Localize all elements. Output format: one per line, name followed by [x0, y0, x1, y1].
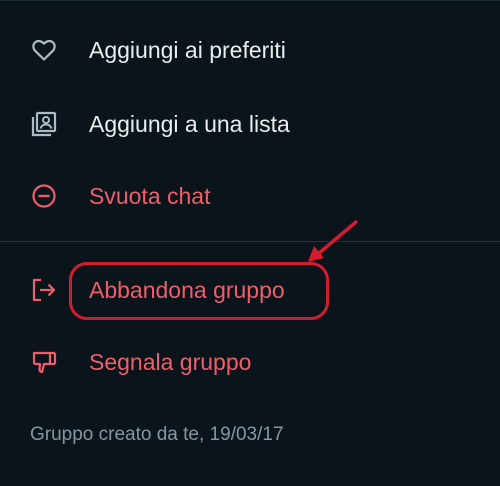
- heart-outline-icon: [30, 36, 58, 64]
- menu-item-label: Aggiungi a una lista: [89, 110, 290, 137]
- minus-circle-icon: [30, 182, 58, 210]
- top-divider: [0, 0, 500, 1]
- menu-item-label: Aggiungi ai preferiti: [89, 36, 286, 63]
- menu-item-leave-group[interactable]: Abbandona gruppo: [0, 260, 500, 320]
- group-info-screen: Aggiungi ai preferiti Aggiungi a una lis…: [0, 0, 500, 486]
- menu-item-label: Segnala gruppo: [89, 348, 252, 375]
- group-created-note: Gruppo creato da te, 19/03/17: [30, 424, 284, 445]
- exit-icon: [30, 276, 58, 304]
- contact-list-icon: [30, 110, 58, 138]
- section-divider: [0, 241, 500, 242]
- menu-item-add-to-favorites[interactable]: Aggiungi ai preferiti: [0, 20, 500, 80]
- menu-item-add-to-list[interactable]: Aggiungi a una lista: [0, 94, 500, 154]
- menu-item-clear-chat[interactable]: Svuota chat: [0, 166, 500, 226]
- thumbs-down-icon: [30, 348, 58, 376]
- menu-item-report-group[interactable]: Segnala gruppo: [0, 332, 500, 392]
- menu-item-label: Svuota chat: [89, 182, 211, 209]
- menu-item-label: Abbandona gruppo: [89, 276, 285, 303]
